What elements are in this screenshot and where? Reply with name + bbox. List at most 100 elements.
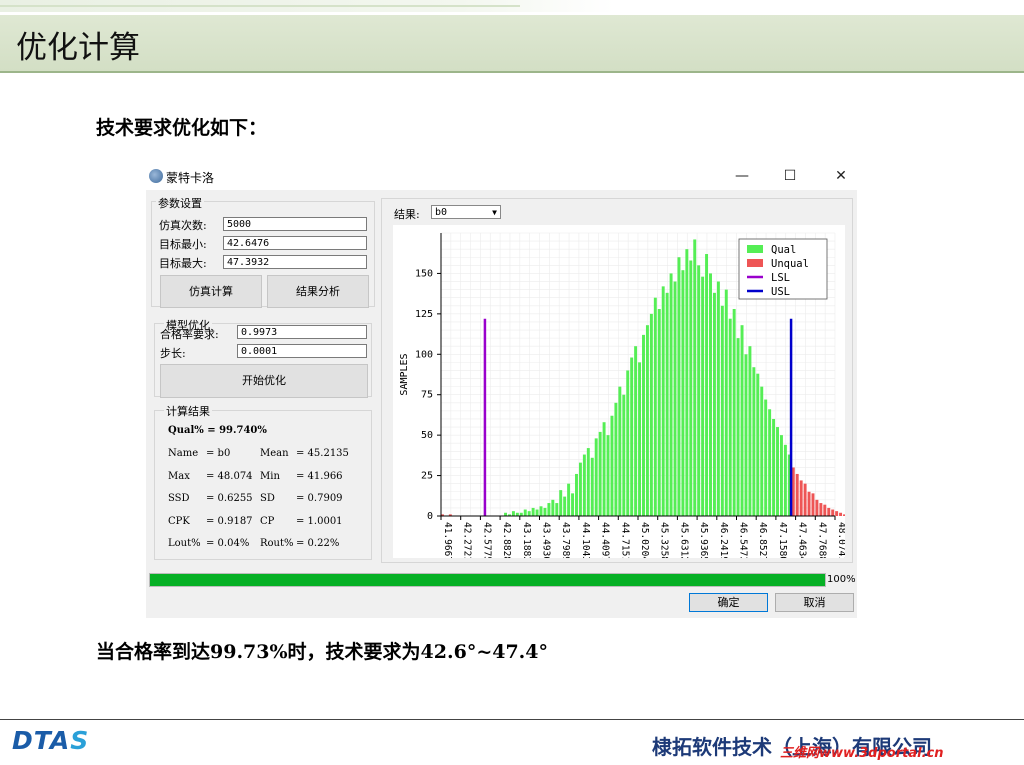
histogram-bar [602, 422, 606, 516]
conclusion-text: 当合格率到达99.73%时，技术要求为42.6°~47.4° [96, 641, 549, 663]
legend-swatch [747, 259, 763, 267]
histogram-bar [594, 438, 598, 516]
histogram-bar [736, 338, 740, 516]
result-cell: = 0.22% [296, 538, 340, 549]
histogram-bar [724, 289, 728, 516]
chevron-down-icon: ▼ [492, 208, 497, 217]
result-cell: SSD [168, 493, 190, 504]
result-cell: = 0.04% [206, 538, 250, 549]
start-optimize-button[interactable]: 开始优化 [160, 364, 368, 398]
histogram-bar [634, 346, 638, 516]
progress-bar [149, 573, 826, 587]
top-decor-strip [0, 0, 1024, 12]
y-tick-label: 125 [415, 309, 433, 320]
histogram-bar [709, 273, 712, 516]
analyze-button[interactable]: 结果分析 [267, 275, 369, 308]
histogram-bar [779, 435, 783, 516]
histogram-bar [614, 402, 618, 516]
histogram-bar [693, 239, 697, 516]
step-label: 步长: [160, 347, 186, 360]
histogram-bar [563, 496, 567, 516]
histogram-bar [752, 367, 756, 516]
x-tick-label: 46.8527 [757, 522, 768, 558]
histogram-bar [716, 281, 720, 516]
sim-count-input[interactable]: 5000 [223, 217, 367, 231]
x-tick-label: 47.1580 [777, 522, 788, 558]
x-tick-label: 44.4097 [600, 522, 611, 558]
histogram-bar [827, 507, 831, 516]
histogram-bar [555, 503, 559, 516]
histogram-bar [839, 512, 843, 516]
maximize-icon[interactable]: ☐ [776, 167, 804, 185]
app-icon [149, 169, 163, 183]
slide-title-bar: 优化计算 [0, 15, 1024, 73]
y-tick-label: 75 [421, 390, 433, 401]
histogram-bar [559, 490, 563, 516]
histogram-bar [768, 409, 772, 516]
histogram-bar [590, 457, 594, 516]
result-cell: = 48.074 [206, 470, 253, 482]
histogram-bar [685, 249, 689, 516]
histogram-bar [567, 483, 571, 516]
window-title: 蒙特卡洛 [166, 171, 215, 185]
histogram-bar [689, 260, 693, 516]
legend-label: Qual [771, 244, 796, 256]
y-tick-label: 0 [427, 511, 433, 522]
histogram-bar [835, 511, 839, 516]
x-tick-label: 43.1882 [521, 522, 532, 558]
histogram-bar [677, 257, 681, 516]
result-cell: Max [168, 470, 190, 482]
histogram-bar [630, 357, 634, 516]
x-tick-label: 44.7151 [619, 522, 630, 558]
qual-percent: Qual% = 99.740% [168, 425, 267, 436]
slide-heading: 技术要求优化如下： [96, 117, 268, 139]
close-icon[interactable]: ✕ [827, 167, 855, 185]
simulate-button[interactable]: 仿真计算 [160, 275, 262, 308]
histogram-bar [783, 444, 787, 516]
watermark: 三维网www.3dportal.cn [780, 746, 944, 761]
histogram-bar [831, 509, 835, 516]
ok-button[interactable]: 确定 [689, 593, 768, 612]
x-tick-label: 44.1043 [580, 522, 591, 558]
x-tick-label: 46.2419 [718, 522, 729, 558]
footer-divider [0, 719, 1024, 720]
result-cell: = 0.7909 [296, 493, 343, 504]
y-tick-label: 150 [415, 268, 433, 279]
x-tick-label: 42.2721 [462, 522, 473, 558]
x-tick-label: 41.9667 [442, 522, 453, 558]
result-cell: = 0.6255 [206, 493, 253, 504]
cancel-button[interactable]: 取消 [775, 593, 854, 612]
x-tick-label: 46.5473 [738, 522, 749, 558]
legend-label: USL [771, 286, 790, 298]
histogram-bar [728, 318, 732, 516]
step-input[interactable]: 0.0001 [237, 344, 367, 358]
histogram-bar [618, 386, 622, 516]
target-min-input[interactable]: 42.6476 [223, 236, 367, 250]
histogram-bar [511, 511, 515, 516]
logo-main: DTA [12, 726, 71, 755]
x-tick-label: 45.0204 [639, 522, 650, 558]
histogram-bar [744, 354, 748, 516]
result-cell: Min [260, 470, 280, 482]
histogram-bar [803, 483, 807, 516]
x-tick-label: 43.7989 [560, 522, 571, 558]
histogram-bar [531, 507, 535, 516]
window-title-bar: 蒙特卡洛 — ☐ ✕ [146, 163, 857, 190]
slide-title: 优化计算 [16, 30, 140, 66]
x-tick-label: 45.6312 [678, 522, 689, 558]
minimize-icon[interactable]: — [728, 167, 756, 185]
histogram-bar [598, 431, 602, 516]
pass-rate-input[interactable]: 0.9973 [237, 325, 367, 339]
histogram-bar [701, 276, 705, 516]
x-tick-label: 42.8828 [501, 522, 512, 558]
histogram-bar [756, 373, 760, 516]
histogram-bar [811, 493, 815, 516]
result-cell: = b0 [206, 448, 231, 459]
histogram-bar [673, 281, 677, 516]
histogram-bar [697, 265, 701, 516]
legend-swatch [747, 245, 763, 253]
target-max-input[interactable]: 47.3932 [223, 255, 367, 269]
result-select[interactable]: b0 ▼ [431, 205, 501, 219]
histogram-bar [642, 334, 645, 516]
histogram-bar [626, 370, 630, 516]
